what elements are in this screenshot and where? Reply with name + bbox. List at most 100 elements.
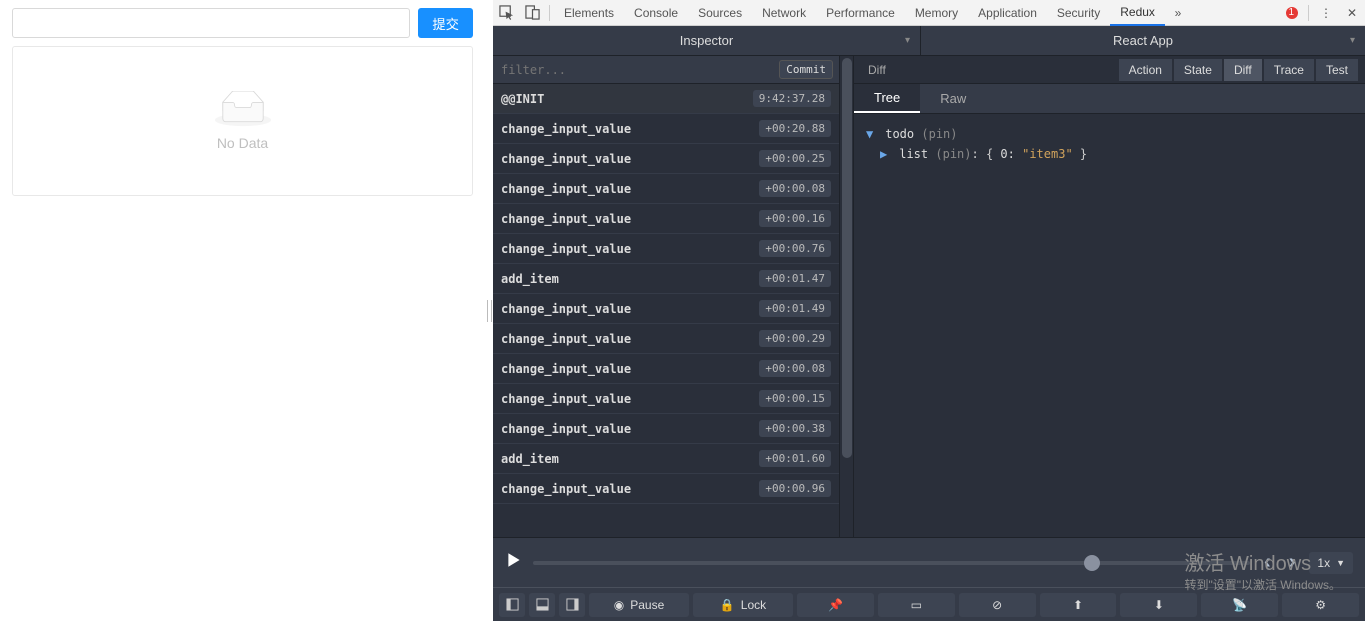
action-item[interactable]: add_item+00:01.47 [493, 264, 839, 294]
settings-button[interactable]: ⚙ [1282, 593, 1359, 617]
action-name: change_input_value [501, 152, 759, 166]
step-back-button[interactable]: ‹ [1260, 551, 1275, 574]
action-item[interactable]: change_input_value+00:01.49 [493, 294, 839, 324]
action-item[interactable]: @@INIT9:42:37.28 [493, 84, 839, 114]
action-name: change_input_value [501, 362, 759, 376]
slider-knob[interactable] [1084, 555, 1100, 571]
commit-button[interactable]: Commit [779, 60, 833, 79]
gear-icon: ⚙ [1315, 598, 1326, 612]
inspect-tab-state[interactable]: State [1173, 58, 1223, 82]
device-toolbar-icon[interactable] [519, 0, 545, 26]
download-icon: ⬇ [1154, 598, 1164, 612]
action-item[interactable]: change_input_value+00:00.08 [493, 354, 839, 384]
action-item[interactable]: change_input_value+00:00.96 [493, 474, 839, 504]
devtools-tab-console[interactable]: Console [624, 0, 688, 26]
devtools-panel: ElementsConsoleSourcesNetworkPerformance… [493, 0, 1365, 621]
devtools-tab-redux[interactable]: Redux [1110, 0, 1165, 26]
right-dock-button[interactable] [559, 593, 585, 617]
lock-button[interactable]: 🔒Lock [693, 593, 793, 617]
inspect-tab-test[interactable]: Test [1315, 58, 1359, 82]
import-button[interactable]: ⬆ [1040, 593, 1117, 617]
action-time: +00:01.60 [759, 450, 831, 467]
action-time: +00:01.47 [759, 270, 831, 287]
slider-toggle-button[interactable]: ⊘ [959, 593, 1036, 617]
devtools-tab-network[interactable]: Network [752, 0, 816, 26]
action-name: change_input_value [501, 392, 759, 406]
upload-icon: ⬆ [1073, 598, 1083, 612]
action-item[interactable]: change_input_value+00:00.16 [493, 204, 839, 234]
action-filter-input[interactable] [493, 63, 779, 77]
action-time: +00:00.29 [759, 330, 831, 347]
bottom-dock-button[interactable] [529, 593, 555, 617]
devtools-close-icon[interactable]: ✕ [1339, 0, 1365, 26]
dispatch-button[interactable]: ▭ [878, 593, 955, 617]
input-row: 提交 [8, 8, 477, 38]
dispatch-icon: ▭ [911, 598, 922, 612]
devtools-tabbar: ElementsConsoleSourcesNetworkPerformance… [493, 0, 1365, 26]
clock-icon: ⊘ [992, 598, 1002, 612]
empty-state-card: No Data [12, 46, 473, 196]
split-handle[interactable] [485, 0, 493, 621]
replay-slider-bar: ‹ › 1x▼ [493, 537, 1365, 587]
inspect-element-icon[interactable] [493, 0, 519, 26]
action-name: change_input_value [501, 122, 759, 136]
inspect-tab-diff[interactable]: Diff [1223, 58, 1263, 82]
action-name: change_input_value [501, 242, 759, 256]
inspect-tab-action[interactable]: Action [1118, 58, 1173, 82]
todo-input[interactable] [12, 8, 410, 38]
pause-button[interactable]: ◉Pause [589, 593, 689, 617]
step-forward-button[interactable]: › [1285, 551, 1300, 574]
action-time: +00:20.88 [759, 120, 831, 137]
error-count-badge[interactable]: 1 [1280, 7, 1304, 19]
action-time: +00:00.76 [759, 240, 831, 257]
pin-button[interactable]: 📌 [797, 593, 874, 617]
pin-icon: 📌 [828, 598, 843, 612]
tree-collapse-icon[interactable]: ▶ [880, 144, 892, 164]
subtab-tree[interactable]: Tree [854, 84, 920, 113]
speed-selector[interactable]: 1x▼ [1309, 552, 1353, 574]
inspector-header[interactable]: Inspector ▾ [493, 26, 921, 55]
play-button[interactable] [505, 551, 523, 574]
action-list-column: Commit @@INIT9:42:37.28change_input_valu… [493, 56, 840, 537]
action-item[interactable]: change_input_value+00:00.08 [493, 174, 839, 204]
devtools-tab-security[interactable]: Security [1047, 0, 1110, 26]
remote-button[interactable]: 📡 [1201, 593, 1278, 617]
devtools-tab-performance[interactable]: Performance [816, 0, 905, 26]
action-item[interactable]: change_input_value+00:00.25 [493, 144, 839, 174]
redux-devtools: Inspector ▾ React App ▾ Commit @@INIT9:4… [493, 26, 1365, 621]
action-item[interactable]: add_item+00:01.60 [493, 444, 839, 474]
inspect-tab-trace[interactable]: Trace [1263, 58, 1315, 82]
replay-slider[interactable] [533, 561, 1250, 565]
action-time: +00:00.96 [759, 480, 831, 497]
action-item[interactable]: change_input_value+00:00.15 [493, 384, 839, 414]
instance-header[interactable]: React App ▾ [921, 26, 1365, 55]
devtools-tab-sources[interactable]: Sources [688, 0, 752, 26]
action-time: +00:00.16 [759, 210, 831, 227]
action-time: +00:00.08 [759, 360, 831, 377]
chevron-down-icon: ▾ [1350, 35, 1355, 46]
subtab-raw[interactable]: Raw [920, 84, 986, 113]
action-scrollbar[interactable] [840, 56, 854, 537]
devtools-menu-icon[interactable]: ⋮ [1313, 0, 1339, 26]
inspect-mode-label: Diff [860, 63, 894, 77]
action-item[interactable]: change_input_value+00:20.88 [493, 114, 839, 144]
inbox-empty-icon [213, 91, 273, 127]
action-name: change_input_value [501, 182, 759, 196]
devtools-tab-memory[interactable]: Memory [905, 0, 968, 26]
left-dock-button[interactable] [499, 593, 525, 617]
action-item[interactable]: change_input_value+00:00.29 [493, 324, 839, 354]
bottom-toolbar: ◉Pause 🔒Lock 📌 ▭ ⊘ ⬆ ⬇ 📡 ⚙ [493, 587, 1365, 621]
tree-expand-icon[interactable]: ▼ [866, 124, 878, 144]
action-item[interactable]: change_input_value+00:00.76 [493, 234, 839, 264]
action-item[interactable]: change_input_value+00:00.38 [493, 414, 839, 444]
action-name: add_item [501, 272, 759, 286]
more-tabs-icon[interactable]: » [1165, 0, 1191, 26]
action-name: change_input_value [501, 482, 759, 496]
action-name: change_input_value [501, 422, 759, 436]
devtools-tab-application[interactable]: Application [968, 0, 1047, 26]
export-button[interactable]: ⬇ [1120, 593, 1197, 617]
empty-text: No Data [217, 135, 268, 151]
devtools-tab-elements[interactable]: Elements [554, 0, 624, 26]
action-time: +00:00.15 [759, 390, 831, 407]
submit-button[interactable]: 提交 [418, 8, 473, 38]
